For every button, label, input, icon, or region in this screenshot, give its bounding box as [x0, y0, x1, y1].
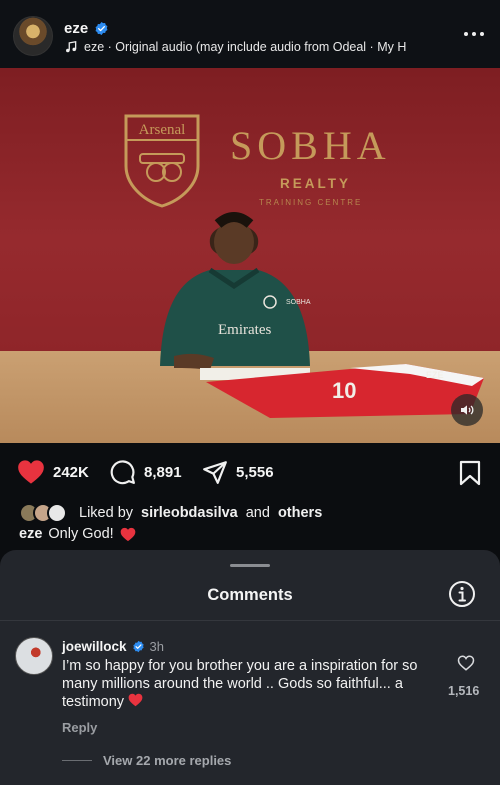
comment-button[interactable]: 8,891: [110, 459, 182, 485]
share-button[interactable]: 5,556: [202, 459, 274, 485]
view-more-replies-button[interactable]: View 22 more replies: [103, 753, 231, 768]
sponsor-sub: REALTY: [280, 176, 351, 191]
username-row: eze: [64, 20, 109, 37]
comment-header: joewillock 3h: [62, 639, 164, 654]
comments-sheet: Comments joewillock 3h I’m so happy for …: [0, 550, 500, 785]
liked-by-others[interactable]: others: [278, 505, 322, 521]
post-header: eze eze · Original audio (may include au…: [0, 0, 500, 68]
speaker-icon: [461, 405, 474, 415]
post-video[interactable]: Arsenal SOBHA REALTY TRAINING CENTRE Emi…: [0, 68, 500, 443]
comments-title: Comments: [207, 586, 293, 604]
heart-filled-icon: [18, 460, 44, 484]
verified-badge-icon: [132, 640, 144, 653]
caption: eze Only God!: [19, 526, 136, 542]
kit-sleeve-text: SOBHA: [286, 299, 311, 306]
player-figure: Emirates SOBHA: [160, 212, 311, 370]
bookmark-icon[interactable]: [459, 460, 481, 486]
liked-by-prefix: Liked by: [79, 505, 134, 521]
comment-body: I’m so happy for you brother you are a i…: [62, 658, 418, 710]
replies-divider-line: [62, 760, 92, 761]
crest-text: Arsenal: [139, 122, 186, 138]
comment-text: I’m so happy for you brother you are a i…: [62, 658, 432, 712]
more-options-icon[interactable]: [462, 22, 486, 46]
caption-text: Only God!: [48, 526, 114, 542]
red-heart-emoji-icon: [128, 693, 143, 707]
profile-avatar[interactable]: [13, 16, 53, 56]
sheet-drag-handle[interactable]: [230, 564, 270, 567]
comment-count: 8,891: [144, 463, 182, 481]
music-note-icon: [66, 40, 77, 53]
comment-like-heart-icon[interactable]: [457, 654, 475, 672]
sheet-divider: [0, 620, 500, 621]
mute-toggle-button[interactable]: [451, 394, 483, 426]
liked-by-and: and: [245, 505, 270, 521]
like-count: 242K: [53, 463, 89, 481]
liked-by-avatars: [19, 503, 71, 523]
comment-avatar[interactable]: [15, 637, 53, 675]
arsenal-shirt: 10 EZE: [200, 364, 484, 418]
comment-timestamp: 3h: [149, 639, 164, 654]
info-icon[interactable]: [448, 580, 476, 608]
send-icon: [203, 461, 227, 484]
shirt-name: EZE: [426, 370, 444, 380]
comment-like-count: 1,516: [448, 684, 480, 698]
kit-sponsor-text: Emirates: [218, 322, 271, 338]
comment-bubble-icon: [110, 460, 135, 485]
comment-username[interactable]: joewillock: [62, 639, 127, 654]
verified-badge-icon: [95, 21, 108, 36]
arsenal-crest-icon: Arsenal: [124, 114, 200, 208]
shirt-number: 10: [332, 378, 356, 403]
liked-by-row[interactable]: Liked by sirleobdasilva and others: [19, 503, 322, 523]
reply-button[interactable]: Reply: [62, 720, 97, 735]
audio-row[interactable]: eze · Original audio (may include audio …: [64, 40, 436, 54]
audio-label: eze · Original audio (may include audio …: [84, 40, 407, 54]
share-count: 5,556: [236, 463, 274, 481]
mini-avatar: [47, 503, 67, 523]
sponsor-logo: SOBHA: [230, 123, 391, 168]
caption-user[interactable]: eze: [19, 526, 42, 542]
username[interactable]: eze: [64, 20, 88, 37]
like-button[interactable]: 242K: [17, 459, 89, 485]
red-heart-emoji-icon: [120, 527, 136, 541]
liked-by-user[interactable]: sirleobdasilva: [141, 505, 238, 521]
post-actions: 242K 8,891 5,556: [0, 443, 500, 503]
